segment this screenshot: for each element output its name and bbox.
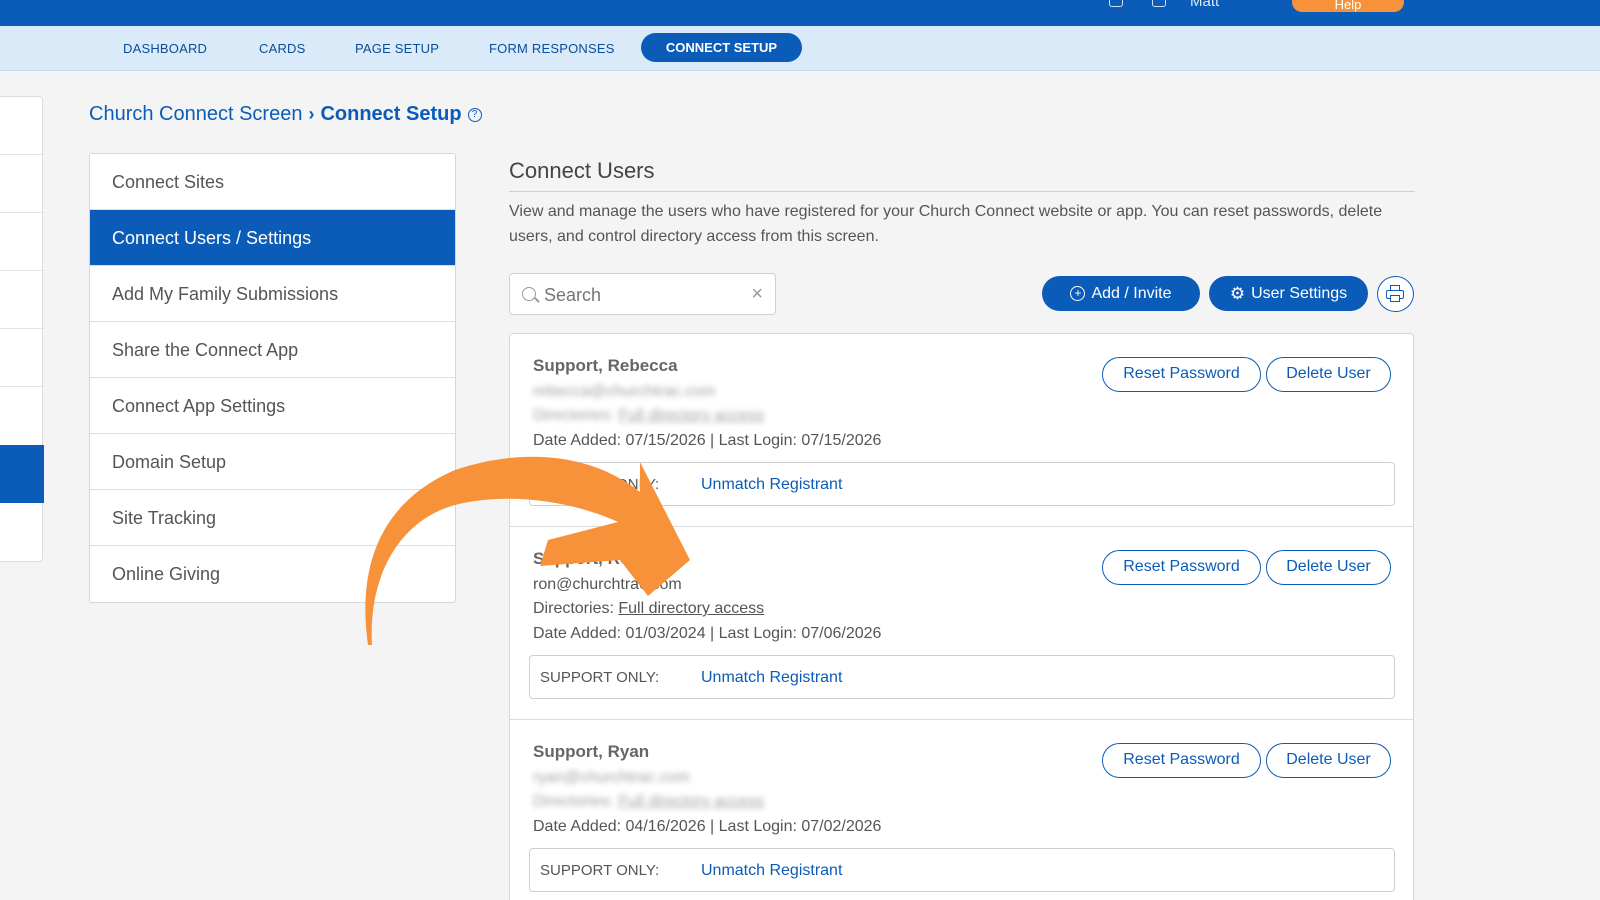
user-name: Support, Rebecca (533, 356, 678, 375)
menu-item-add-my-family[interactable]: Add My Family Submissions (90, 266, 455, 322)
menu-item-app-settings[interactable]: Connect App Settings (90, 378, 455, 434)
bell-icon[interactable] (1152, 0, 1166, 7)
plus-circle-icon: + (1070, 286, 1086, 301)
help-button[interactable]: Help (1292, 0, 1404, 12)
strip-divider (0, 270, 44, 271)
nav-cards[interactable]: CARDS (259, 41, 306, 56)
strip-divider (0, 154, 44, 155)
search-box: × (509, 273, 776, 315)
user-name: Support, Ryan (533, 742, 650, 761)
reset-password-button[interactable]: Reset Password (1102, 743, 1261, 778)
breadcrumb: Church Connect Screen › Connect Setup ? (89, 103, 482, 126)
print-button[interactable] (1377, 276, 1414, 312)
menu-item-site-tracking[interactable]: Site Tracking (90, 490, 455, 546)
unmatch-registrant-link[interactable]: Unmatch Registrant (701, 669, 842, 687)
nav-connect-setup[interactable]: CONNECT SETUP (641, 33, 802, 62)
reset-password-button[interactable]: Reset Password (1102, 550, 1261, 585)
user-email: rebecca@churchtrac.com (533, 383, 716, 400)
unmatch-registrant-link[interactable]: Unmatch Registrant (701, 476, 842, 494)
nav-form-responses[interactable]: FORM RESPONSES (489, 41, 615, 56)
user-name: Support, Ron (533, 549, 641, 568)
support-label: SUPPORT ONLY: (540, 669, 660, 686)
section-description: View and manage the users who have regis… (509, 203, 1383, 245)
user-dates: Date Added: 07/15/2026 | Last Login: 07/… (533, 432, 882, 449)
strip-item-active[interactable] (0, 445, 44, 503)
reset-password-button[interactable]: Reset Password (1102, 357, 1261, 392)
chevron-right-icon: › (308, 104, 315, 124)
left-sidebar-strip (0, 96, 44, 562)
user-directories: Directories: Full directory access (533, 600, 764, 618)
section-divider (509, 191, 1415, 192)
strip-divider (0, 386, 44, 387)
section-title: Connect Users (509, 158, 655, 183)
support-label: SUPPORT ONLY: (540, 862, 660, 879)
user-settings-label: User Settings (1251, 284, 1348, 302)
user-dates: Date Added: 01/03/2024 | Last Login: 07/… (533, 625, 882, 642)
breadcrumb-current: Connect Setup (320, 103, 462, 125)
menu-item-domain-setup[interactable]: Domain Setup (90, 434, 455, 490)
strip-divider (0, 328, 44, 329)
menu-item-connect-sites[interactable]: Connect Sites (90, 154, 455, 210)
user-card: Support, Ron ron@churchtrac.com Director… (510, 527, 1413, 720)
menu-item-online-giving[interactable]: Online Giving (90, 546, 455, 602)
printer-icon-paper (1390, 295, 1400, 302)
user-menu[interactable]: Matt (1190, 0, 1219, 10)
settings-menu: Connect Sites Connect Users / Settings A… (89, 153, 456, 603)
nav-page-setup[interactable]: PAGE SETUP (355, 41, 439, 56)
delete-user-button[interactable]: Delete User (1266, 743, 1391, 778)
add-invite-button[interactable]: + Add / Invite (1042, 276, 1200, 311)
menu-item-share-app[interactable]: Share the Connect App (90, 322, 455, 378)
support-box: SUPPORT ONLY: Unmatch Registrant (529, 655, 1395, 699)
clear-icon[interactable]: × (751, 283, 763, 305)
user-settings-button[interactable]: ⚙ User Settings (1209, 276, 1368, 311)
top-bar: Matt Help (0, 0, 1600, 26)
unmatch-registrant-link[interactable]: Unmatch Registrant (701, 862, 842, 880)
search-icon (522, 287, 536, 301)
directories-label: Directories: (533, 793, 614, 810)
help-circle-icon[interactable]: ? (467, 107, 482, 122)
directory-access-link[interactable]: Full directory access (618, 600, 764, 617)
nav-dashboard[interactable]: DASHBOARD (123, 41, 207, 56)
support-box: SUPPORT ONLY: Unmatch Registrant (529, 848, 1395, 892)
breadcrumb-parent[interactable]: Church Connect Screen (89, 103, 302, 126)
directory-access-link[interactable]: Full directory access (618, 793, 764, 810)
file-icon[interactable] (1109, 0, 1123, 7)
user-email: ron@churchtrac.com (533, 576, 682, 593)
directories-label: Directories: (533, 600, 614, 617)
add-invite-label: Add / Invite (1091, 284, 1172, 302)
support-label: SUPPORT ONLY: (540, 476, 660, 493)
user-list: Support, Rebecca rebecca@churchtrac.com … (509, 333, 1414, 900)
strip-divider (0, 212, 44, 213)
user-card: Support, Rebecca rebecca@churchtrac.com … (510, 334, 1413, 527)
search-input[interactable] (544, 282, 744, 308)
menu-item-connect-users[interactable]: Connect Users / Settings (90, 210, 455, 266)
user-directories: Directories: Full directory access (533, 793, 764, 811)
support-box: SUPPORT ONLY: Unmatch Registrant (529, 462, 1395, 506)
gear-icon: ⚙ (1229, 283, 1246, 303)
directories-label: Directories: (533, 407, 614, 424)
sub-nav: DASHBOARD CARDS PAGE SETUP FORM RESPONSE… (0, 26, 1600, 71)
user-email: ryan@churchtrac.com (533, 769, 690, 786)
user-card: Support, Ryan ryan@churchtrac.com Direct… (510, 720, 1413, 900)
user-directories: Directories: Full directory access (533, 407, 764, 425)
delete-user-button[interactable]: Delete User (1266, 550, 1391, 585)
delete-user-button[interactable]: Delete User (1266, 357, 1391, 392)
user-dates: Date Added: 04/16/2026 | Last Login: 07/… (533, 818, 882, 835)
directory-access-link[interactable]: Full directory access (618, 407, 764, 424)
